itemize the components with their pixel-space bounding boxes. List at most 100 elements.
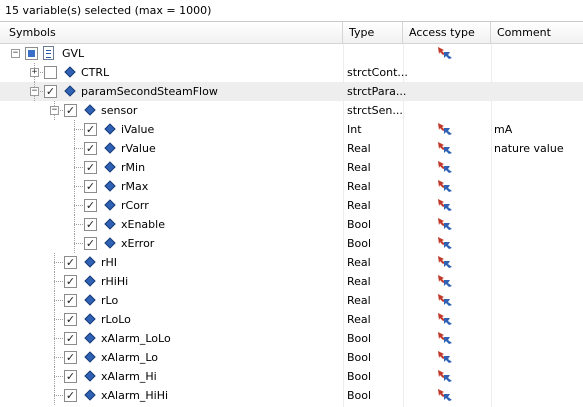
tree-connector — [74, 234, 75, 253]
tree-row[interactable]: − ✓ sensor strctSen... — [0, 101, 583, 120]
symbol-name: rMin — [121, 161, 146, 174]
tree-row[interactable]: − GVL — [0, 44, 583, 63]
selection-checkbox[interactable] — [44, 66, 57, 79]
selection-checkbox[interactable]: ✓ — [84, 199, 97, 212]
tree-connector — [74, 148, 83, 149]
symbol-type: Bool — [347, 237, 372, 250]
tree-row[interactable]: ✓ rHI Real — [0, 253, 583, 272]
access-type-icon[interactable] — [437, 369, 453, 383]
variable-icon — [104, 161, 116, 173]
access-type-icon[interactable] — [437, 179, 453, 193]
access-type-icon[interactable] — [437, 160, 453, 174]
tree-row[interactable]: ✓ xAlarm_Lo Bool — [0, 348, 583, 367]
collapse-icon[interactable]: − — [30, 87, 39, 96]
symbol-name: xAlarm_Hi — [101, 370, 157, 383]
selection-checkbox[interactable]: ✓ — [64, 256, 77, 269]
selection-checkbox[interactable]: ✓ — [84, 123, 97, 136]
access-type-icon[interactable] — [437, 198, 453, 212]
tree-row[interactable]: ✓ rHiHi Real — [0, 272, 583, 291]
symbol-name: rHI — [101, 256, 118, 269]
symbol-type: strctCont... — [347, 66, 408, 79]
tree-row[interactable]: ✓ iValue Int mA — [0, 120, 583, 139]
symbol-type: strctSen... — [347, 104, 403, 117]
symbol-name: rCorr — [121, 199, 149, 212]
variable-icon — [84, 370, 96, 382]
selection-checkbox[interactable]: ✓ — [64, 351, 77, 364]
access-type-icon[interactable] — [437, 293, 453, 307]
selection-checkbox[interactable]: ✓ — [64, 294, 77, 307]
access-type-icon[interactable] — [437, 217, 453, 231]
tree-connector — [74, 177, 75, 196]
selection-checkbox[interactable]: ✓ — [44, 85, 57, 98]
selection-checkbox[interactable]: ✓ — [84, 161, 97, 174]
access-type-icon[interactable] — [437, 141, 453, 155]
variable-icon — [84, 332, 96, 344]
tree-row[interactable]: ✓ rLo Real — [0, 291, 583, 310]
tree-connector — [54, 367, 55, 386]
variable-icon — [104, 218, 116, 230]
symbol-type: Real — [347, 142, 371, 155]
variable-icon — [84, 104, 96, 116]
access-type-icon[interactable] — [437, 255, 453, 269]
access-type-icon[interactable] — [437, 122, 453, 136]
tree-connector — [54, 338, 63, 339]
expand-icon[interactable]: + — [30, 68, 39, 77]
selection-checkbox[interactable]: ✓ — [84, 142, 97, 155]
selection-checkbox[interactable]: ✓ — [64, 370, 77, 383]
tree-row[interactable]: ✓ rCorr Real — [0, 196, 583, 215]
selection-checkbox[interactable]: ✓ — [64, 313, 77, 326]
symbol-name: xAlarm_Lo — [101, 351, 159, 364]
access-type-icon[interactable] — [437, 350, 453, 364]
collapse-icon[interactable]: − — [50, 106, 59, 115]
variable-icon — [64, 85, 76, 97]
access-type-icon[interactable] — [437, 312, 453, 326]
selection-checkbox[interactable]: ✓ — [84, 180, 97, 193]
column-header-type[interactable]: Type — [343, 22, 403, 43]
symbol-name: GVL — [62, 47, 85, 60]
symbol-name: rValue — [121, 142, 156, 155]
column-header-symbols[interactable]: Symbols — [0, 22, 343, 43]
tree-row[interactable]: ✓ xAlarm_LoLo Bool — [0, 329, 583, 348]
tree-row[interactable]: ✓ rMax Real — [0, 177, 583, 196]
column-header-access-type[interactable]: Access type — [403, 22, 491, 43]
symbol-name: CTRL — [81, 66, 110, 79]
tree-row[interactable]: − ✓ paramSecondSteamFlow strctPara... — [0, 82, 583, 101]
symbol-name: rMax — [121, 180, 149, 193]
selection-checkbox[interactable]: ✓ — [84, 237, 97, 250]
access-type-icon[interactable] — [437, 274, 453, 288]
access-type-icon[interactable] — [437, 388, 453, 402]
access-type-icon[interactable] — [437, 46, 453, 60]
symbol-type: Real — [347, 180, 371, 193]
tree-connector — [54, 357, 63, 358]
symbol-type: strctPara... — [347, 85, 407, 98]
symbol-type: Bool — [347, 332, 372, 345]
symbol-type: Real — [347, 275, 371, 288]
tree-row[interactable]: ✓ xError Bool — [0, 234, 583, 253]
symbol-name: iValue — [121, 123, 155, 136]
tree-row[interactable]: ✓ xAlarm_HiHi Bool — [0, 386, 583, 405]
access-type-icon[interactable] — [437, 236, 453, 250]
tree-connector — [54, 272, 55, 291]
tree-row[interactable]: ✓ xAlarm_Hi Bool — [0, 367, 583, 386]
symbol-name: rLo — [101, 294, 119, 307]
document-icon — [43, 46, 54, 60]
selection-checkbox[interactable]: ✓ — [84, 218, 97, 231]
selection-checkbox[interactable]: ✓ — [64, 332, 77, 345]
collapse-icon[interactable]: − — [11, 49, 20, 58]
tree-row[interactable]: ✓ rValue Real nature value — [0, 139, 583, 158]
selection-checkbox[interactable] — [25, 47, 38, 60]
tree-connector — [54, 262, 63, 263]
selection-checkbox[interactable]: ✓ — [64, 389, 77, 402]
tree-row[interactable]: ✓ rLoLo Real — [0, 310, 583, 329]
tree-row[interactable]: ✓ rMin Real — [0, 158, 583, 177]
selection-checkbox[interactable]: ✓ — [64, 275, 77, 288]
tree-row[interactable]: + CTRL strctCont... — [0, 63, 583, 82]
selection-checkbox[interactable]: ✓ — [64, 104, 77, 117]
variable-icon — [64, 66, 76, 78]
symbol-type: Real — [347, 313, 371, 326]
symbol-type: Bool — [347, 351, 372, 364]
tree-row[interactable]: ✓ xEnable Bool — [0, 215, 583, 234]
access-type-icon[interactable] — [437, 331, 453, 345]
symbol-type: Real — [347, 294, 371, 307]
column-header-comment[interactable]: Comment — [491, 22, 583, 43]
